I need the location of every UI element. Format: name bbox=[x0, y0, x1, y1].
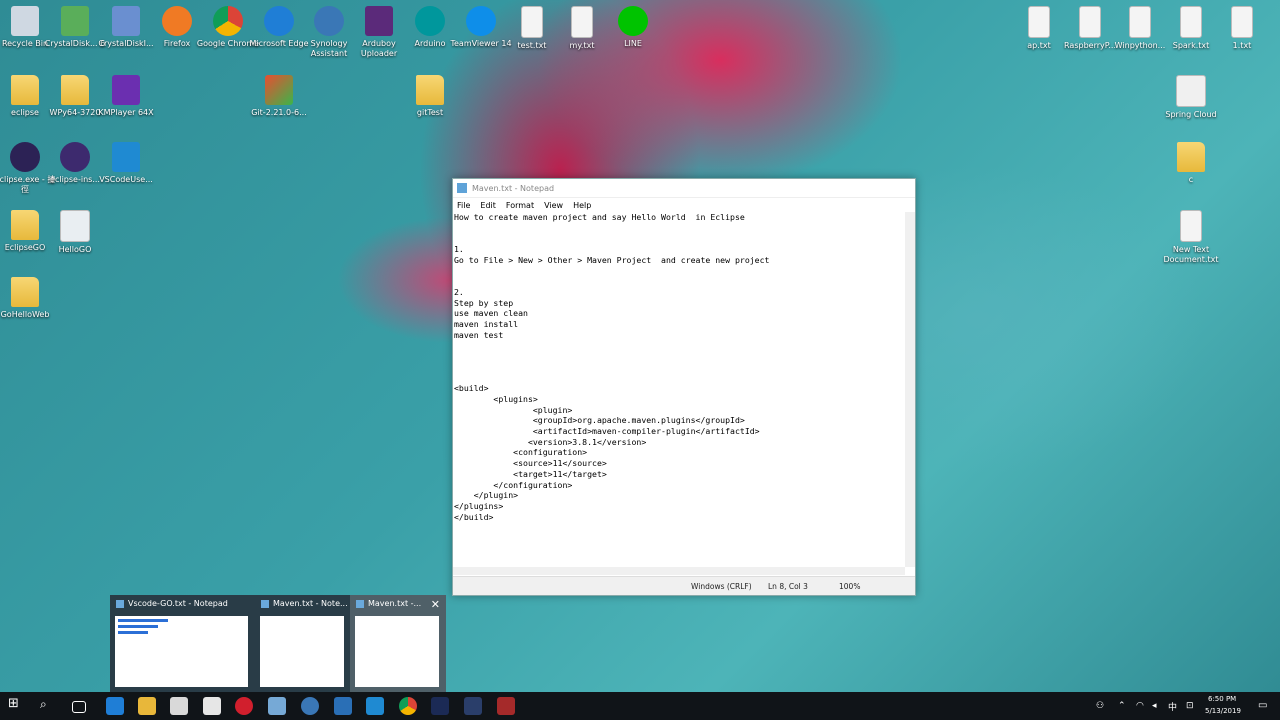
menu-file[interactable]: File bbox=[457, 201, 470, 210]
status-position: Ln 8, Col 3 bbox=[768, 582, 808, 591]
edge-icon[interactable] bbox=[106, 697, 124, 715]
opera-icon[interactable] bbox=[235, 697, 253, 715]
icon-label: Arduino bbox=[414, 39, 446, 48]
network-icon[interactable]: ◠ bbox=[1136, 701, 1144, 711]
icon-label: test.txt bbox=[517, 41, 547, 50]
icon-label: ap.txt bbox=[1027, 41, 1051, 50]
line-icon[interactable]: LINE bbox=[601, 6, 665, 49]
menu-format[interactable]: Format bbox=[506, 201, 534, 210]
app3-taskbar-icon[interactable] bbox=[497, 697, 515, 715]
icon-label: Recycle Bin bbox=[1, 39, 49, 48]
clock-time[interactable]: 6:50 PM bbox=[1208, 695, 1236, 703]
people-icon[interactable]: ⚇ bbox=[1096, 701, 1104, 711]
preview-item[interactable]: Maven.txt - Note... bbox=[255, 595, 350, 693]
preview-thumbnail bbox=[355, 616, 439, 687]
status-zoom: 100% bbox=[839, 582, 861, 591]
ime-indicator[interactable]: 中 bbox=[1168, 700, 1177, 713]
icon-label: Winpython... bbox=[1114, 41, 1166, 50]
status-encoding: Windows (CRLF) bbox=[691, 582, 752, 591]
preview-title: Maven.txt - Note... bbox=[261, 599, 348, 608]
preview-title: Maven.txt -... bbox=[356, 599, 421, 608]
icon-label: 1.txt bbox=[1232, 41, 1252, 50]
icon-label: Spark.txt bbox=[1172, 41, 1210, 50]
icon-label: WPy64-3720 bbox=[49, 108, 101, 117]
app2-taskbar-icon[interactable] bbox=[464, 697, 482, 715]
git-installer-icon[interactable]: Git-2.21.0-6... bbox=[247, 75, 311, 118]
window-title: Maven.txt - Notepad bbox=[472, 183, 555, 193]
chevron-up-icon[interactable]: ⌃ bbox=[1118, 701, 1126, 711]
icon-label: my.txt bbox=[569, 41, 595, 50]
icon-label: VSCodeUse... bbox=[99, 175, 153, 184]
text-file-icon[interactable]: New Text Document.txt bbox=[1159, 210, 1223, 265]
status-bar: Windows (CRLF) Ln 8, Col 3 100% bbox=[453, 576, 915, 595]
vscode-icon[interactable]: VSCodeUse... bbox=[94, 142, 158, 185]
spring-cloud-icon[interactable]: Spring Cloud bbox=[1159, 75, 1223, 120]
folder-icon[interactable]: c bbox=[1159, 142, 1223, 185]
horizontal-scrollbar[interactable] bbox=[453, 567, 905, 575]
icon-label: c bbox=[1188, 175, 1194, 184]
clock-date[interactable]: 5/13/2019 bbox=[1205, 707, 1241, 715]
search-icon[interactable]: ⌕ bbox=[40, 697, 58, 715]
menu-help[interactable]: Help bbox=[573, 201, 591, 210]
icon-label: eclipse bbox=[11, 108, 39, 117]
menu-view[interactable]: View bbox=[544, 201, 563, 210]
hellogo-icon[interactable]: HelloGO bbox=[43, 210, 107, 255]
icon-label: Arduboy Uploader bbox=[360, 39, 398, 58]
mail-icon[interactable] bbox=[203, 697, 221, 715]
chrome-taskbar-icon[interactable] bbox=[399, 697, 417, 715]
icon-label: KMPlayer 64X bbox=[98, 108, 154, 117]
notepad-window[interactable]: Maven.txt - Notepad File Edit Format Vie… bbox=[452, 178, 916, 596]
text-file-icon[interactable]: 1.txt bbox=[1210, 6, 1274, 51]
menu-edit[interactable]: Edit bbox=[480, 201, 496, 210]
terminal-taskbar-icon[interactable] bbox=[431, 697, 449, 715]
text-editor[interactable]: How to create maven project and say Hell… bbox=[453, 212, 906, 567]
folder-icon[interactable]: GoHelloWeb bbox=[0, 277, 57, 320]
store-icon[interactable] bbox=[170, 697, 188, 715]
icon-label: LINE bbox=[624, 39, 642, 48]
task-view-icon[interactable] bbox=[72, 701, 86, 713]
icon-label: Synology Assistant bbox=[310, 39, 348, 58]
vscode-taskbar-icon[interactable] bbox=[366, 697, 384, 715]
icon-label: New Text Document.txt bbox=[1163, 245, 1219, 264]
taskbar: ⊞ ⌕ ⚇ ⌃ ◠ ◂ 中 ⊡ 6:50 PM 5/13/2019 ▭ bbox=[0, 692, 1280, 720]
icon-label: Git-2.21.0-6... bbox=[251, 108, 307, 117]
icon-label: GoHelloWeb bbox=[0, 310, 50, 319]
vertical-scrollbar[interactable] bbox=[905, 212, 915, 567]
app-taskbar-icon[interactable] bbox=[334, 697, 352, 715]
synology-taskbar-icon[interactable] bbox=[301, 697, 319, 715]
file-explorer-icon[interactable] bbox=[138, 697, 156, 715]
icon-label: HelloGO bbox=[58, 245, 92, 254]
input-icon[interactable]: ⊡ bbox=[1186, 701, 1194, 711]
notification-icon[interactable]: ▭ bbox=[1258, 700, 1267, 711]
icon-label: Firefox bbox=[163, 39, 191, 48]
icon-label: Spring Cloud bbox=[1165, 110, 1217, 119]
notepad-titlebar[interactable]: Maven.txt - Notepad bbox=[453, 179, 915, 198]
volume-icon[interactable]: ◂ bbox=[1152, 701, 1157, 711]
folder-icon[interactable]: gitTest bbox=[398, 75, 462, 118]
preview-thumbnail bbox=[115, 616, 248, 687]
icon-label: EclipseGO bbox=[4, 243, 46, 252]
preview-title: Vscode-GO.txt - Notepad bbox=[116, 599, 228, 608]
close-icon[interactable]: ✕ bbox=[431, 598, 440, 611]
notepad-icon bbox=[457, 183, 467, 193]
kmplayer-icon[interactable]: KMPlayer 64X bbox=[94, 75, 158, 118]
icon-label: eclipse-ins... bbox=[50, 175, 100, 184]
taskbar-preview: Vscode-GO.txt - Notepad Maven.txt - Note… bbox=[110, 595, 446, 693]
icon-label: gitTest bbox=[416, 108, 444, 117]
preview-thumbnail bbox=[260, 616, 344, 687]
notepad-taskbar-icon[interactable] bbox=[268, 697, 286, 715]
menu-bar: File Edit Format View Help bbox=[453, 198, 915, 212]
preview-item[interactable]: Maven.txt -... ✕ bbox=[350, 595, 446, 693]
preview-item[interactable]: Vscode-GO.txt - Notepad bbox=[110, 595, 255, 693]
start-button[interactable]: ⊞ bbox=[8, 696, 26, 714]
